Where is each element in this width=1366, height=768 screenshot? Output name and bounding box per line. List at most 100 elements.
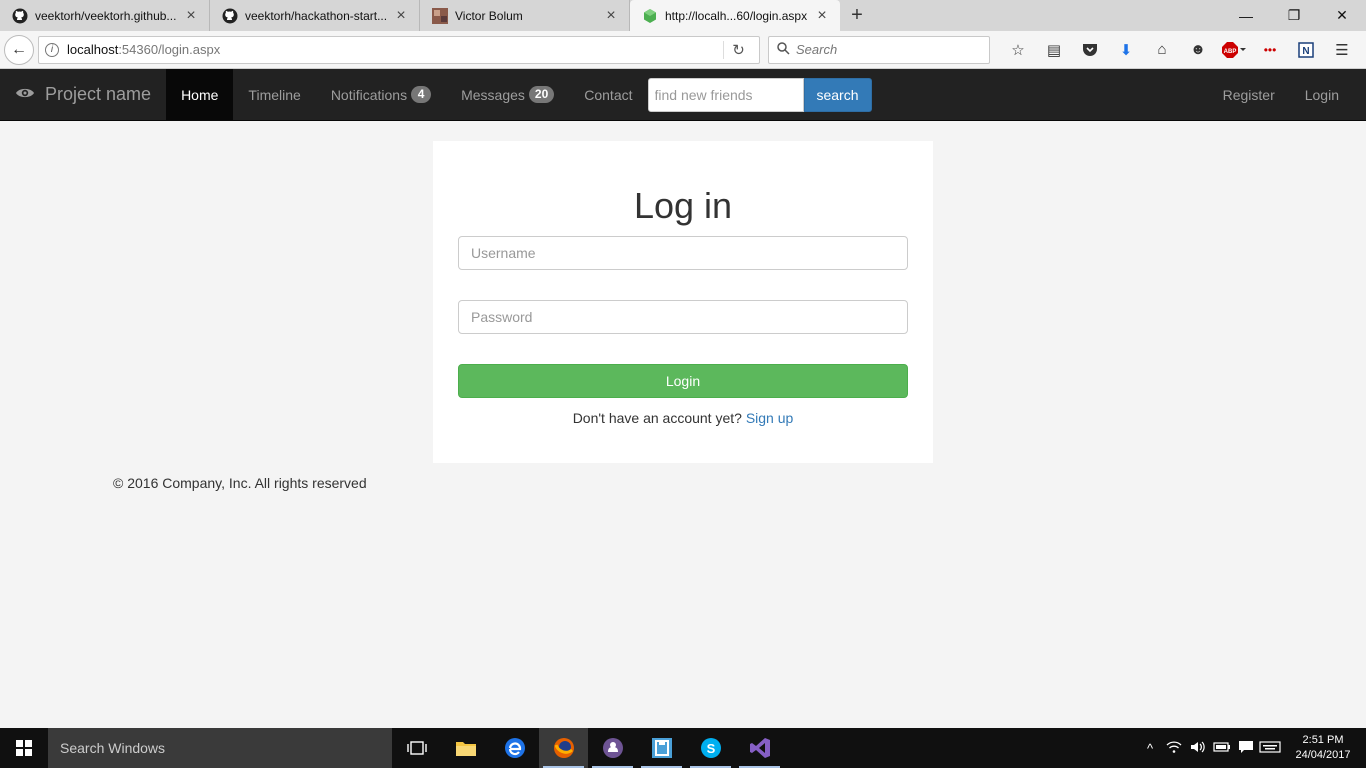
github-icon <box>12 8 28 24</box>
url-host: localhost <box>67 42 119 57</box>
chevron-up-icon[interactable]: ^ <box>1138 741 1162 756</box>
password-input[interactable] <box>458 300 908 334</box>
clock-date: 24/04/2017 <box>1295 749 1351 761</box>
reload-icon[interactable]: ↻ <box>723 40 753 59</box>
taskbar-apps: S <box>392 728 784 768</box>
tab-title: veektorh/hackathon-start... <box>245 8 388 23</box>
chat-icon[interactable]: ☻ <box>1180 36 1216 64</box>
adblock-icon[interactable]: ABP <box>1216 36 1252 64</box>
github-icon <box>222 8 238 24</box>
nav-notifications[interactable]: Notifications 4 <box>316 69 446 121</box>
friend-search-button[interactable]: search <box>803 77 872 112</box>
menu-hamburger-icon[interactable]: ☰ <box>1324 36 1360 64</box>
browser-tab[interactable]: veektorh/veektorh.github... × <box>0 0 210 31</box>
tab-close-icon[interactable]: × <box>814 7 830 24</box>
url-text[interactable]: localhost:54360/login.aspx <box>67 42 723 57</box>
github-desktop-icon[interactable] <box>588 728 637 768</box>
page-viewport: Project name Home Timeline Notifications… <box>0 69 1366 728</box>
nav-messages[interactable]: Messages 20 <box>446 69 569 121</box>
eye-icon <box>15 84 35 105</box>
restore-button[interactable]: ❐ <box>1270 0 1318 31</box>
new-tab-button[interactable]: + <box>840 0 874 31</box>
notifications-badge: 4 <box>411 86 432 103</box>
footer-copyright: © 2016 Company, Inc. All rights reserved <box>113 475 367 491</box>
reading-list-icon[interactable]: ▤ <box>1036 36 1072 64</box>
friend-search-form: search <box>647 77 872 112</box>
extension-dots-icon[interactable]: ••• <box>1252 36 1288 64</box>
url-path: :54360/login.aspx <box>118 42 221 57</box>
signup-link[interactable]: Sign up <box>746 410 793 426</box>
profile-image-icon <box>432 7 448 24</box>
browser-search-placeholder: Search <box>796 42 838 57</box>
clock-time: 2:51 PM <box>1302 734 1344 746</box>
windows-logo-icon <box>16 740 32 756</box>
tab-title: http://localh...60/login.aspx <box>665 8 808 23</box>
login-card: Log in Login Don't have an account yet? … <box>433 141 933 463</box>
system-clock[interactable]: 2:51 PM 24/04/2017 <box>1288 733 1358 763</box>
browser-search-field[interactable]: Search <box>768 35 990 64</box>
pocket-icon[interactable] <box>1072 36 1108 64</box>
nav-home-label: Home <box>181 86 219 103</box>
file-explorer-icon[interactable] <box>441 728 490 768</box>
address-bar[interactable]: i localhost:54360/login.aspx ↻ <box>38 35 760 64</box>
login-title: Log in <box>633 185 733 226</box>
browser-tab[interactable]: Victor Bolum × <box>420 0 630 31</box>
app-frame-icon[interactable] <box>637 728 686 768</box>
svg-text:ABP: ABP <box>1224 49 1237 55</box>
signup-prompt-text: Don't have an account yet? <box>572 410 742 426</box>
browser-tab[interactable]: veektorh/hackathon-start... × <box>210 0 420 31</box>
tab-title: veektorh/veektorh.github... <box>35 8 177 23</box>
nav-timeline-label: Timeline <box>248 86 301 103</box>
tab-close-icon[interactable]: × <box>183 7 199 24</box>
minimize-button[interactable]: — <box>1222 0 1270 31</box>
nav-right: Register Login <box>1208 69 1354 121</box>
tab-close-icon[interactable]: × <box>603 7 619 24</box>
visual-studio-icon[interactable] <box>735 728 784 768</box>
nav-contact[interactable]: Contact <box>569 69 647 121</box>
green-cube-icon <box>642 8 658 24</box>
brand-name: Project name <box>45 84 152 104</box>
download-icon[interactable]: ⬇ <box>1108 36 1144 64</box>
username-input[interactable] <box>458 236 908 270</box>
battery-icon[interactable] <box>1210 741 1234 756</box>
bookmark-star-icon[interactable]: ☆ <box>1000 36 1036 64</box>
site-info-icon[interactable]: i <box>45 42 59 57</box>
browser-toolbar: ← i localhost:54360/login.aspx ↻ Search … <box>0 31 1366 69</box>
notification-center-icon[interactable] <box>1234 740 1258 757</box>
notepad-extension-icon[interactable]: N <box>1288 36 1324 64</box>
home-icon[interactable]: ⌂ <box>1144 36 1180 64</box>
keyboard-icon[interactable] <box>1258 740 1282 756</box>
browser-tab-active[interactable]: http://localh...60/login.aspx × <box>630 0 840 31</box>
taskbar: Search Windows S ^ 2:51 PM 24/04/2017 <box>0 728 1366 768</box>
messages-badge: 20 <box>528 86 555 103</box>
nav-timeline[interactable]: Timeline <box>233 69 315 121</box>
nav-login[interactable]: Login <box>1290 69 1354 121</box>
tab-title: Victor Bolum <box>455 8 523 23</box>
close-window-button[interactable]: ✕ <box>1318 0 1366 31</box>
tab-close-icon[interactable]: × <box>393 7 409 24</box>
site-navbar: Project name Home Timeline Notifications… <box>0 69 1366 121</box>
taskbar-search[interactable]: Search Windows <box>48 728 392 768</box>
wifi-icon[interactable] <box>1162 740 1186 757</box>
friend-search-input[interactable] <box>647 77 804 112</box>
nav-login-label: Login <box>1304 86 1339 103</box>
skype-icon[interactable]: S <box>686 728 735 768</box>
brand[interactable]: Project name <box>0 69 166 121</box>
search-icon <box>777 41 790 58</box>
nav-home[interactable]: Home <box>166 69 234 121</box>
nav-notifications-label: Notifications <box>330 86 408 103</box>
task-view-icon[interactable] <box>392 728 441 768</box>
volume-icon[interactable] <box>1186 740 1210 757</box>
start-button[interactable] <box>0 728 48 768</box>
login-button[interactable]: Login <box>458 364 908 398</box>
nav-register[interactable]: Register <box>1208 69 1290 121</box>
firefox-icon[interactable] <box>539 728 588 768</box>
window-controls: — ❐ ✕ <box>1222 0 1366 31</box>
edge-icon[interactable] <box>490 728 539 768</box>
system-tray: ^ 2:51 PM 24/04/2017 <box>1138 728 1366 768</box>
nav-messages-label: Messages <box>461 86 525 103</box>
nav-register-label: Register <box>1222 86 1275 103</box>
browser-toolbar-icons: ☆ ▤ ⬇ ⌂ ☻ ABP ••• N ☰ <box>1000 36 1360 64</box>
svg-text:N: N <box>1302 46 1309 57</box>
back-button[interactable]: ← <box>4 34 34 65</box>
